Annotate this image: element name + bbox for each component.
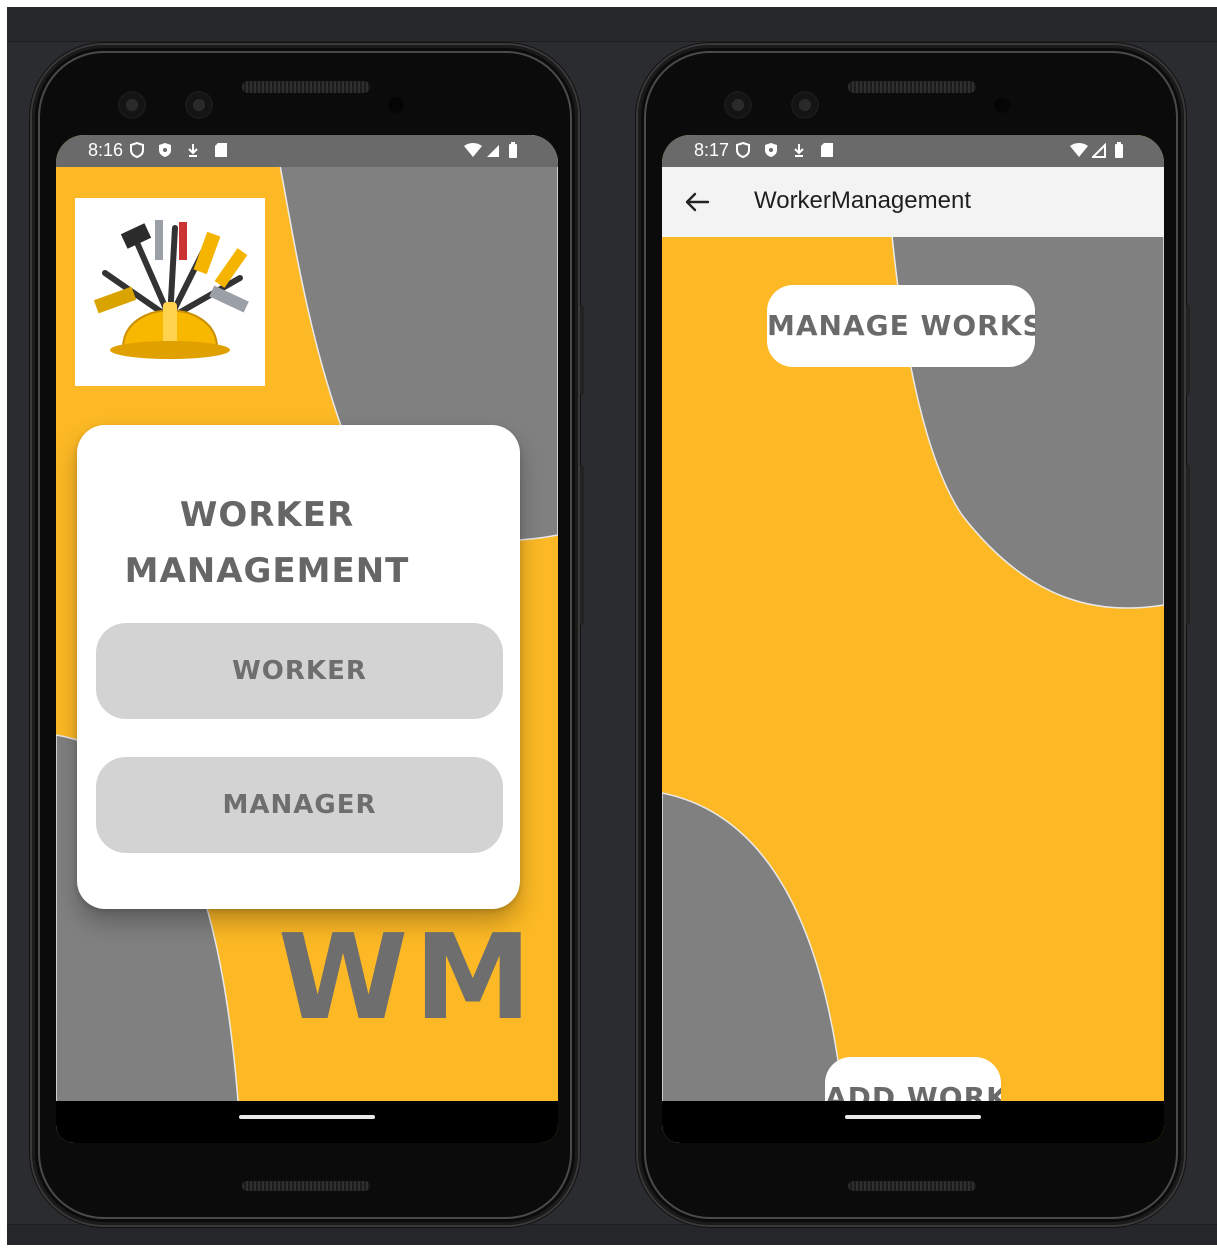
- login-card: WORKER MANAGEMENT WORKER MANAGER: [77, 425, 520, 909]
- right-screen: 8:17 WorkerManagement MANAGE WORKS ADD W…: [662, 135, 1164, 1143]
- security-icon: [159, 143, 171, 157]
- home-gesture-handle[interactable]: [845, 1115, 981, 1119]
- volume-button: [580, 465, 584, 625]
- power-button: [580, 305, 584, 395]
- app-title-line2: MANAGEMENT: [124, 551, 410, 591]
- top-band: [7, 7, 1217, 42]
- system-nav-bar: [662, 1101, 1164, 1143]
- shield-icon: [130, 142, 144, 158]
- app-title: WORKER MANAGEMENT: [77, 487, 457, 599]
- proximity-sensor: [388, 97, 404, 113]
- wifi-icon: [464, 143, 482, 157]
- sd-card-icon: [821, 143, 833, 157]
- left-phone-frame: 8:16 WORKER MANAGEMENT WORKER MANAGER WM: [32, 45, 584, 1225]
- app-bar-title: WorkerManagement: [754, 187, 971, 214]
- app-bar: WorkerManagement: [662, 167, 1164, 237]
- signal-icon: [1092, 142, 1106, 158]
- status-time: 8:16: [88, 140, 124, 160]
- system-nav-bar: [56, 1101, 558, 1143]
- wifi-icon: [1070, 143, 1088, 157]
- bottom-speaker: [848, 1181, 976, 1191]
- battery-icon: [509, 142, 517, 158]
- status-time: 8:17: [694, 140, 730, 160]
- front-camera-icon: [726, 93, 750, 117]
- power-button: [1186, 305, 1190, 395]
- app-logo: [75, 198, 265, 386]
- worker-button[interactable]: WORKER: [96, 623, 503, 719]
- bottom-band: [7, 1224, 1217, 1245]
- front-camera-icon: [793, 93, 817, 117]
- front-camera-icon: [187, 93, 211, 117]
- right-phone-frame: 8:17 WorkerManagement MANAGE WORKS ADD W…: [638, 45, 1190, 1225]
- download-icon: [188, 144, 198, 157]
- battery-icon: [1115, 142, 1123, 158]
- shield-icon: [736, 142, 750, 158]
- brand-mark: WM: [278, 908, 538, 1046]
- status-bar: 8:16: [56, 135, 558, 167]
- left-screen: 8:16 WORKER MANAGEMENT WORKER MANAGER WM: [56, 135, 558, 1143]
- front-camera-icon: [120, 93, 144, 117]
- signal-icon: [487, 145, 499, 157]
- earpiece-speaker: [242, 81, 370, 93]
- sd-card-icon: [215, 143, 227, 157]
- worker-tools-helmet-logo-icon: [93, 220, 249, 359]
- download-icon: [794, 144, 804, 157]
- home-gesture-handle[interactable]: [239, 1115, 375, 1119]
- app-title-line1: WORKER: [179, 495, 355, 535]
- proximity-sensor: [994, 97, 1010, 113]
- arrow-left-icon[interactable]: [684, 189, 710, 215]
- status-bar: 8:17: [662, 135, 1164, 167]
- volume-button: [1186, 465, 1190, 625]
- bottom-speaker: [242, 1181, 370, 1191]
- manage-works-button[interactable]: MANAGE WORKS: [767, 285, 1035, 367]
- security-icon: [765, 143, 777, 157]
- emulator-stage: 8:16 WORKER MANAGEMENT WORKER MANAGER WM…: [7, 7, 1217, 1245]
- earpiece-speaker: [848, 81, 976, 93]
- manager-button[interactable]: MANAGER: [96, 757, 503, 853]
